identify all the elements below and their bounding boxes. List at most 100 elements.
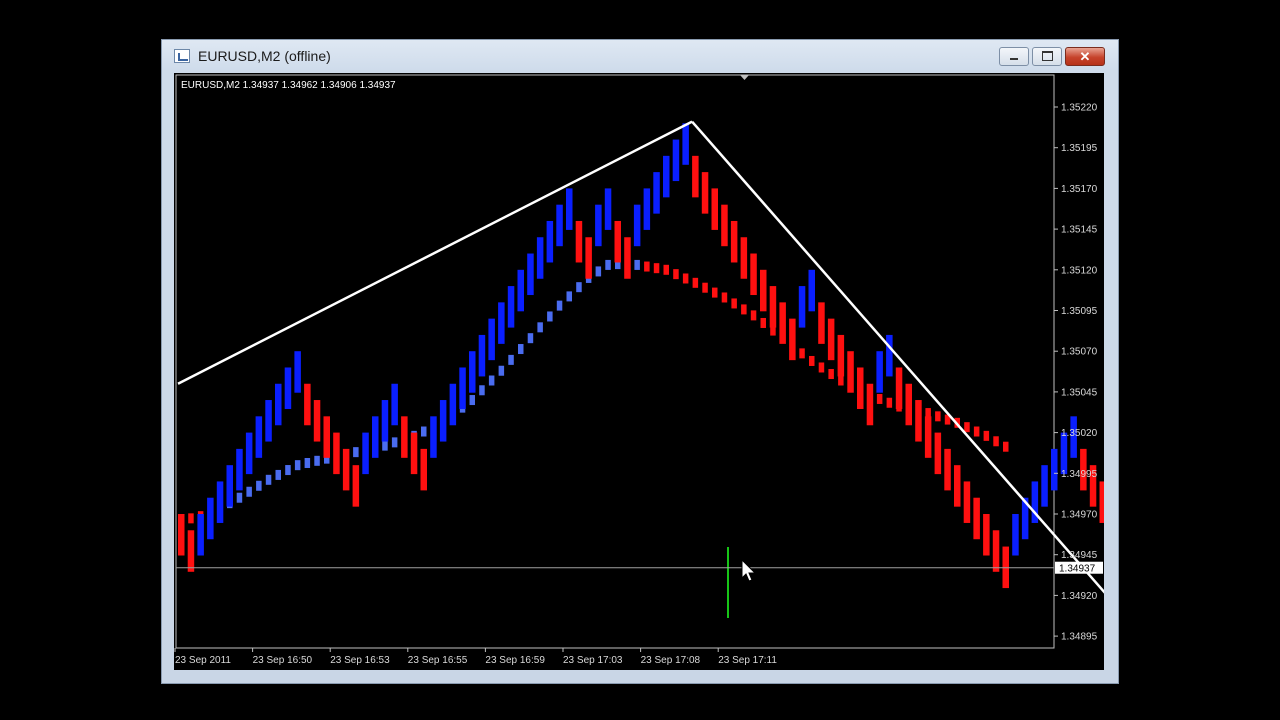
ma-point: [712, 287, 718, 298]
chart-area[interactable]: 1.35220 1.35195 1.35170 1.35145 1.35120 1.350…: [174, 73, 1104, 670]
ma-point: [876, 393, 883, 404]
renko-brick: [643, 188, 651, 230]
price-label: 1.35170: [1061, 184, 1098, 195]
renko-brick: [536, 237, 544, 279]
renko-brick: [197, 514, 204, 556]
ma-point: [605, 259, 611, 270]
renko-brick: [847, 351, 854, 393]
chart-window-icon: [174, 49, 190, 63]
time-label: 23 Sep 16:59: [485, 655, 545, 666]
renko-brick: [789, 318, 796, 361]
ma-point: [838, 375, 844, 386]
renko-brick: [245, 432, 253, 475]
renko-brick: [362, 432, 369, 475]
price-label: 1.35145: [1061, 225, 1098, 236]
ma-point: [518, 344, 524, 355]
renko-brick: [624, 237, 631, 279]
ma-point: [188, 513, 194, 524]
ma-point: [236, 492, 243, 503]
ma-point: [566, 291, 572, 302]
renko-brick: [439, 400, 447, 442]
ma-point: [294, 460, 301, 471]
renko-brick: [895, 367, 903, 409]
renko-brick: [924, 416, 932, 458]
price-label: 1.34895: [1061, 632, 1098, 643]
renko-brick: [992, 530, 1000, 572]
renko-brick: [905, 383, 912, 426]
renko-brick: [478, 334, 486, 377]
ma-point: [576, 282, 582, 293]
title-bar[interactable]: EURUSD,M2 (offline) ✕: [162, 40, 1118, 74]
renko-brick: [663, 155, 670, 198]
renko-brick: [740, 237, 748, 279]
price-label: 1.34970: [1061, 510, 1098, 521]
renko-brick: [498, 302, 505, 344]
ma-point: [421, 426, 427, 437]
minimize-button[interactable]: [999, 47, 1029, 66]
maximize-button[interactable]: [1032, 47, 1062, 66]
renko-brick: [915, 400, 922, 442]
renko-brick: [769, 286, 777, 328]
renko-brick: [546, 220, 554, 263]
ma-point: [508, 354, 514, 365]
current-price-label: 1.34937: [1059, 564, 1096, 575]
renko-brick: [1041, 465, 1048, 507]
chart-shift-marker: [740, 75, 749, 80]
renko-brick: [507, 286, 515, 328]
renko-brick: [963, 481, 971, 523]
ma-point: [935, 411, 941, 422]
renko-brick: [488, 318, 495, 361]
ma-point: [828, 368, 834, 379]
renko-brick: [711, 188, 718, 230]
ma-point: [663, 264, 669, 275]
renko-brick: [575, 220, 583, 263]
time-label: 23 Sep 17:08: [641, 655, 701, 666]
renko-brick: [983, 514, 990, 556]
renko-brick: [1099, 481, 1104, 523]
renko-chart[interactable]: 1.35220 1.35195 1.35170 1.35145 1.35120 1.350…: [174, 73, 1104, 670]
renko-brick: [449, 383, 457, 426]
ma-point: [634, 259, 640, 270]
ma-point: [964, 422, 970, 433]
renko-brick: [886, 334, 893, 377]
renko-brick: [556, 204, 563, 247]
price-label: 1.35120: [1061, 265, 1098, 276]
time-label: 23 Sep 17:03: [563, 655, 623, 666]
renko-brick: [595, 204, 602, 247]
ma-point: [265, 474, 272, 485]
renko-brick: [372, 416, 379, 458]
ma-point: [479, 385, 485, 396]
renko-brick: [1051, 448, 1058, 491]
close-button[interactable]: ✕: [1065, 47, 1105, 66]
ma-point: [382, 440, 388, 451]
price-label: 1.35070: [1061, 347, 1098, 358]
price-label: 1.35220: [1061, 103, 1098, 114]
renko-brick: [323, 416, 330, 458]
renko-brick: [566, 188, 573, 230]
renko-brick: [701, 172, 709, 214]
ma-point: [741, 304, 747, 315]
renko-brick: [760, 269, 767, 312]
price-label: 1.34945: [1061, 550, 1098, 561]
ma-point: [547, 311, 553, 322]
renko-brick: [401, 416, 408, 458]
price-label: 1.34995: [1061, 469, 1098, 480]
ma-point: [983, 430, 990, 441]
renko-brick: [284, 367, 292, 409]
close-icon: ✕: [1079, 49, 1091, 64]
renko-brick: [779, 302, 786, 344]
ma-point: [314, 455, 320, 466]
ma-point: [275, 469, 281, 480]
renko-brick: [604, 188, 612, 230]
renko-brick: [275, 383, 282, 426]
time-label: 23 Sep 2011: [175, 655, 231, 666]
renko-brick: [216, 481, 224, 523]
renko-brick: [187, 530, 195, 572]
renko-brick: [430, 416, 437, 458]
renko-brick: [818, 302, 825, 344]
ma-point: [595, 266, 602, 277]
ma-point: [391, 437, 398, 448]
renko-brick: [633, 204, 641, 247]
renko-brick: [944, 448, 951, 491]
ma-point: [644, 261, 650, 272]
